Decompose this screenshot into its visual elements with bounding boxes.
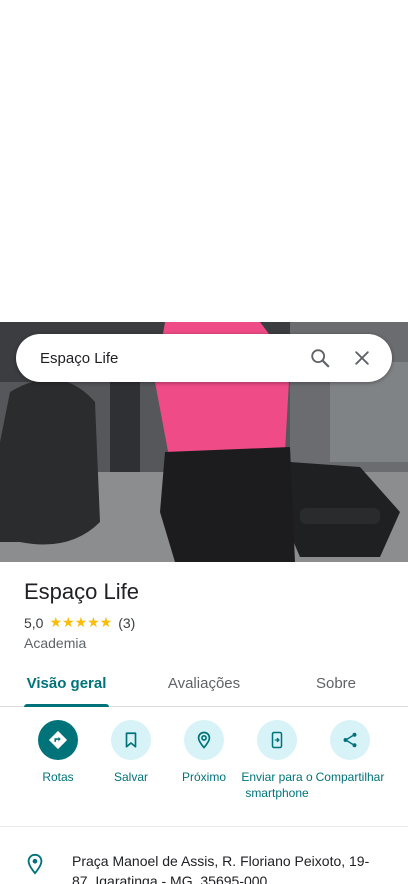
rating-row[interactable]: 5,0 ★★★★★ (3) (24, 614, 394, 631)
tab-about[interactable]: Sobre (306, 664, 366, 706)
send-to-phone-label: Enviar para o smartphone (241, 770, 313, 800)
address-row[interactable]: Praça Manoel de Assis, R. Floriano Peixo… (0, 844, 408, 884)
review-count[interactable]: (3) (118, 615, 135, 631)
nearby-label: Próximo (181, 770, 226, 784)
send-to-phone-icon (257, 720, 297, 760)
location-pin-icon (24, 852, 46, 881)
action-buttons: Rotas Salvar Próximo Enviar para o smart… (0, 720, 408, 824)
directions-label: Rotas (42, 770, 74, 784)
search-query[interactable]: Espaço Life (40, 350, 294, 367)
directions-icon (38, 720, 78, 760)
share-icon (330, 720, 370, 760)
close-icon[interactable] (346, 342, 378, 374)
nearby-icon (184, 720, 224, 760)
blank-area (0, 0, 408, 322)
send-to-phone-button[interactable]: Enviar para o smartphone (239, 720, 315, 801)
nearby-button[interactable]: Próximo (166, 720, 242, 785)
active-tab-indicator (24, 704, 109, 707)
share-label: Compartilhar (315, 770, 385, 784)
search-bar[interactable]: Espaço Life (16, 334, 392, 382)
directions-button[interactable]: Rotas (20, 720, 96, 785)
rating-value: 5,0 (24, 614, 44, 631)
place-info: Espaço Life 5,0 ★★★★★ (3) Academia (24, 578, 394, 651)
tab-reviews[interactable]: Avaliações (158, 664, 250, 706)
save-label: Salvar (113, 770, 148, 784)
address-text[interactable]: Praça Manoel de Assis, R. Floriano Peixo… (72, 851, 382, 884)
search-icon[interactable] (304, 342, 336, 374)
section-divider (0, 826, 408, 827)
place-category[interactable]: Academia (24, 635, 394, 651)
place-title: Espaço Life (24, 579, 139, 604)
bookmark-icon (111, 720, 151, 760)
save-button[interactable]: Salvar (93, 720, 169, 785)
star-rating-icon: ★★★★★ (49, 614, 113, 630)
tab-overview[interactable]: Visão geral (24, 664, 109, 706)
share-button[interactable]: Compartilhar (312, 720, 388, 785)
tab-bar: Visão geral Avaliações Sobre (0, 664, 408, 707)
